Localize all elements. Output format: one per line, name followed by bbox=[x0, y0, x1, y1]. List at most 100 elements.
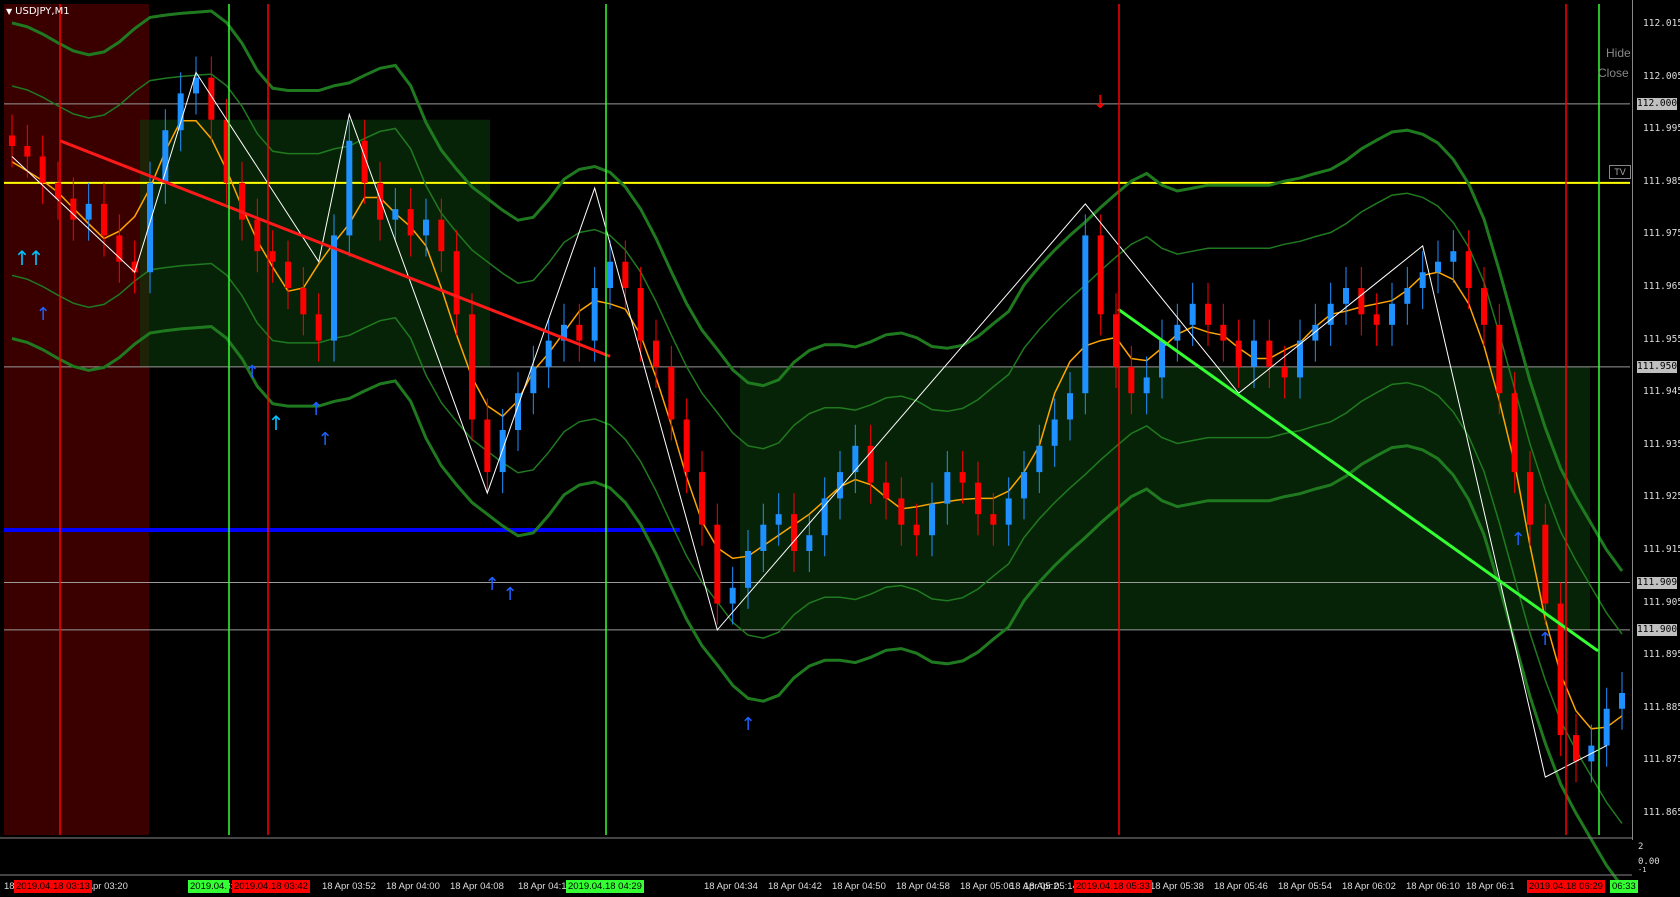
candle-body bbox=[254, 219, 261, 252]
candle-body bbox=[1036, 445, 1043, 473]
time-tick-label: 18 Apr 06:02 bbox=[1342, 881, 1396, 892]
candle-body bbox=[1435, 261, 1441, 273]
candle-body bbox=[1573, 735, 1579, 762]
candle-body bbox=[1542, 524, 1549, 604]
candle-body bbox=[898, 498, 905, 525]
buy-arrow-icon: ↑ bbox=[1537, 629, 1552, 650]
candle-body bbox=[913, 524, 920, 536]
candle-body bbox=[775, 514, 782, 525]
price-chart[interactable]: ↑↑↑↑↑ ↑↑↑↑↑↑↑↓ bbox=[0, 0, 1680, 897]
candle-body bbox=[269, 251, 276, 262]
hide-button[interactable]: Hide bbox=[1606, 46, 1631, 60]
price-tick-label: 112.005 bbox=[1643, 70, 1680, 82]
candle-body bbox=[1465, 251, 1472, 289]
time-tick-label: 18 Apr 05:2 bbox=[1010, 881, 1059, 892]
candle-body bbox=[591, 288, 598, 341]
candle-body bbox=[929, 503, 935, 536]
candle-body bbox=[285, 261, 291, 289]
candle-body bbox=[530, 366, 537, 394]
price-level-badge: 111.909 bbox=[1637, 576, 1678, 589]
candle-body bbox=[423, 219, 429, 236]
time-tick-label: 18 Apr 04:50 bbox=[832, 881, 886, 892]
candle-body bbox=[331, 235, 337, 341]
price-tick-label: 111.905 bbox=[1643, 596, 1680, 608]
candle-body bbox=[1450, 251, 1457, 262]
buy-arrow-icon: ↑ bbox=[1510, 529, 1525, 550]
candle-body bbox=[1373, 314, 1380, 325]
price-tick-label: 111.935 bbox=[1643, 438, 1680, 450]
time-tick-label: 18 Apr 04:00 bbox=[386, 881, 440, 892]
history-zone bbox=[4, 4, 149, 835]
candle-body bbox=[545, 340, 552, 367]
candle-body bbox=[1389, 303, 1395, 325]
candle-body bbox=[392, 209, 399, 220]
candle-body bbox=[469, 314, 475, 420]
candle-body bbox=[944, 472, 951, 504]
candle-body bbox=[607, 261, 613, 289]
candle-body bbox=[346, 140, 353, 236]
candle-body bbox=[1603, 708, 1610, 746]
buy-arrow-icon: ↑ bbox=[35, 304, 50, 325]
candle-body bbox=[1235, 340, 1242, 367]
symbol-label: USDJPY,M1 bbox=[15, 6, 70, 17]
price-tick-label: 111.895 bbox=[1643, 649, 1680, 661]
candle-body bbox=[1067, 393, 1073, 420]
chart-title: ▼ USDJPY,M1 bbox=[4, 4, 70, 20]
price-axis[interactable]: 112.015 112.005 111.995 111.985 111.975 111.9… bbox=[1632, 0, 1680, 840]
collapse-triangle-icon[interactable]: ▼ bbox=[6, 7, 12, 16]
candle-body bbox=[1128, 366, 1135, 394]
candle-body bbox=[162, 130, 169, 183]
candle-body bbox=[1511, 393, 1518, 473]
time-badge-red: 2019.04.18 03:42 bbox=[232, 880, 310, 893]
buy-arrow-icon: ↑ bbox=[317, 429, 332, 450]
buy-arrow-icon: ↑ bbox=[28, 246, 45, 270]
price-tick-label: 111.915 bbox=[1643, 543, 1680, 555]
candle-body bbox=[377, 182, 383, 220]
time-tick-label: 18 Apr 05:54 bbox=[1278, 881, 1332, 892]
tv-button[interactable]: TV bbox=[1609, 165, 1631, 179]
time-tick-label: 18 Apr 03:52 bbox=[322, 881, 376, 892]
candle-body bbox=[1143, 377, 1150, 394]
time-tick-label: 18 Apr 05:46 bbox=[1214, 881, 1268, 892]
candle-body bbox=[39, 156, 46, 183]
candle-body bbox=[791, 514, 797, 551]
price-level-badge: 111.950 bbox=[1637, 360, 1678, 373]
buy-arrow-icon: ↑ bbox=[502, 584, 517, 605]
buy-arrow-icon: ↑ bbox=[740, 714, 755, 735]
candle-body bbox=[1312, 324, 1319, 341]
time-tick-label: 18 Apr 04:1 bbox=[518, 881, 567, 892]
candle-body bbox=[637, 288, 644, 341]
time-badge-red: 2019.04.18 03:13 bbox=[14, 880, 92, 893]
time-axis[interactable]: 18 Apr 03:2018 Apr 03:2818 Apr 03:5218 A… bbox=[0, 875, 1638, 897]
sub-scale-bottom: -1 bbox=[1638, 866, 1647, 874]
candle-body bbox=[315, 314, 322, 341]
time-tick-label: 18 Apr 05:38 bbox=[1150, 881, 1204, 892]
buy-arrow-icon: ↑ bbox=[268, 411, 285, 435]
candle-body bbox=[85, 203, 92, 220]
time-badge-green: 06:33 bbox=[1610, 880, 1638, 893]
time-tick-label: 18 Apr 04:42 bbox=[768, 881, 822, 892]
price-tick-label: 111.945 bbox=[1643, 386, 1680, 398]
time-tick-label: 18 Apr 04:58 bbox=[896, 881, 950, 892]
candle-body bbox=[1251, 340, 1257, 367]
candle-body bbox=[867, 445, 874, 483]
cloud-area bbox=[140, 119, 490, 367]
price-tick-label: 111.955 bbox=[1643, 333, 1680, 345]
candle-body bbox=[9, 135, 15, 147]
price-tick-label: 111.865 bbox=[1643, 806, 1680, 818]
candle-body bbox=[576, 324, 583, 341]
candle-body bbox=[1496, 324, 1503, 394]
candle-body bbox=[622, 261, 629, 289]
price-tick-label: 111.965 bbox=[1643, 281, 1680, 292]
buy-arrow-icon: ↑ bbox=[308, 399, 323, 420]
candle-body bbox=[760, 524, 767, 551]
candle-body bbox=[1051, 419, 1058, 446]
candle-body bbox=[745, 550, 751, 588]
candle-body bbox=[438, 219, 445, 252]
time-tick-label: 18 Apr 06:1 bbox=[1466, 881, 1515, 892]
close-button[interactable]: Close bbox=[1598, 66, 1629, 80]
price-level-badge: 111.900 bbox=[1637, 623, 1678, 636]
candle-body bbox=[177, 93, 184, 131]
time-badge-green: 2019.04.18 04:29 bbox=[566, 880, 644, 893]
candle-body bbox=[484, 419, 491, 473]
